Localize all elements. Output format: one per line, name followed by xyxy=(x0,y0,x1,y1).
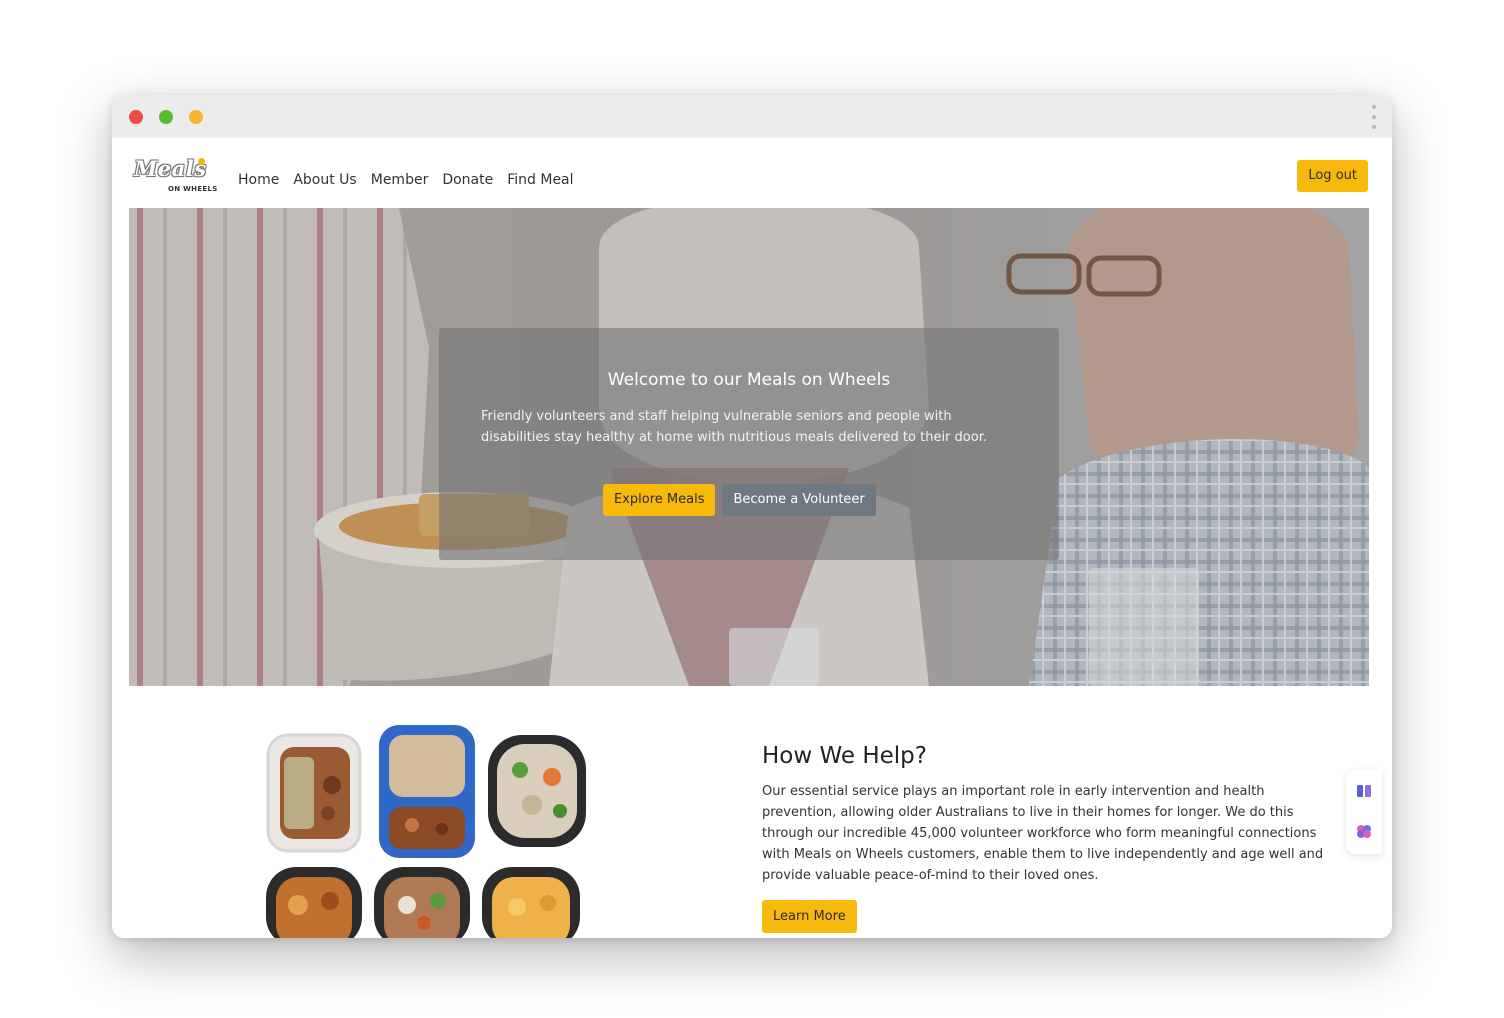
learn-more-button[interactable]: Learn More xyxy=(762,900,857,933)
how-we-help-title: How We Help? xyxy=(762,743,927,769)
become-volunteer-button[interactable]: Become a Volunteer xyxy=(722,484,876,516)
explore-meals-button[interactable]: Explore Meals xyxy=(603,484,716,516)
site-logo[interactable]: Meals ON WHEELS xyxy=(134,156,220,198)
kebab-menu-icon[interactable] xyxy=(1370,105,1378,129)
nav-links: Home About Us Member Donate Find Meal xyxy=(238,172,588,188)
minimize-window-button[interactable] xyxy=(159,110,173,124)
browser-window: Meals ON WHEELS Home About Us Member Don… xyxy=(112,95,1392,938)
logout-button[interactable]: Log out xyxy=(1297,160,1368,192)
logo-subtitle: ON WHEELS xyxy=(168,185,218,193)
site-navbar: Meals ON WHEELS Home About Us Member Don… xyxy=(112,138,1392,208)
hero-title: Welcome to our Meals on Wheels xyxy=(607,370,891,390)
hero-description: Friendly volunteers and staff helping vu… xyxy=(481,409,987,445)
hero-overlay-card: Welcome to our Meals on Wheels Friendly … xyxy=(439,328,1059,560)
nav-link-home[interactable]: Home xyxy=(238,172,279,188)
nav-link-about-us[interactable]: About Us xyxy=(293,172,356,188)
meal-trays-illustration xyxy=(266,725,586,938)
hero-banner: Welcome to our Meals on Wheels Friendly … xyxy=(129,208,1369,686)
how-we-help-section: How We Help? Our essential service plays… xyxy=(762,743,1337,933)
maximize-window-button[interactable] xyxy=(189,110,203,124)
browser-titlebar xyxy=(112,95,1392,138)
nav-link-donate[interactable]: Donate xyxy=(442,172,493,188)
book-icon[interactable] xyxy=(1355,782,1373,800)
nav-link-find-meal[interactable]: Find Meal xyxy=(507,172,573,188)
hero-buttons: Explore Meals Become a Volunteer xyxy=(603,484,876,516)
nav-link-member[interactable]: Member xyxy=(371,172,429,188)
logo-wordmark: Meals xyxy=(134,156,207,181)
brain-icon[interactable] xyxy=(1355,822,1373,840)
meal-trays-image xyxy=(262,725,592,938)
logo-dot xyxy=(198,158,205,165)
close-window-button[interactable] xyxy=(129,110,143,124)
how-we-help-text: Our essential service plays an important… xyxy=(762,784,1324,883)
floating-side-widget xyxy=(1346,770,1382,854)
